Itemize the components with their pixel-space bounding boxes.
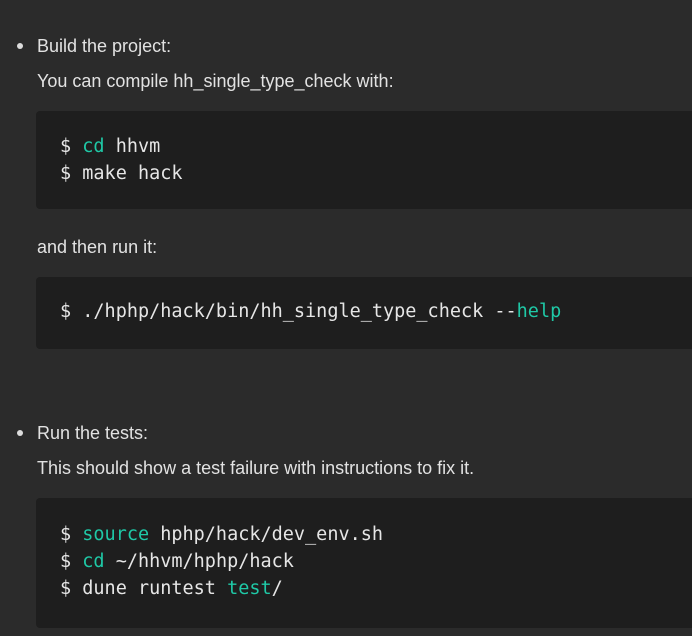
step-heading-build: Build the project: xyxy=(37,36,172,56)
step-heading-tests: Run the tests: xyxy=(37,423,149,443)
bullet-icon xyxy=(17,430,23,436)
code-line: $ cd ~/hhvm/hphp/hack xyxy=(60,551,294,572)
step-followup-run: and then run it: xyxy=(37,237,158,257)
code-block-build[interactable]: $ cd hhvm $ make hack xyxy=(36,111,692,209)
step-description-build: You can compile hh_single_type_check wit… xyxy=(37,71,394,91)
bullet-icon xyxy=(17,43,23,49)
code-line: $ dune runtest test/ xyxy=(60,578,283,599)
code-line: $ source hphp/hack/dev_env.sh xyxy=(60,524,384,545)
step-description-tests: This should show a test failure with ins… xyxy=(37,458,475,478)
code-line: $ make hack xyxy=(60,163,183,184)
code-block-tests[interactable]: $ source hphp/hack/dev_env.sh $ cd ~/hhv… xyxy=(36,498,692,628)
code-line: $ cd hhvm xyxy=(60,136,161,157)
code-block-run[interactable]: $ ./hphp/hack/bin/hh_single_type_check -… xyxy=(36,277,692,349)
code-line: $ ./hphp/hack/bin/hh_single_type_check -… xyxy=(60,301,562,322)
